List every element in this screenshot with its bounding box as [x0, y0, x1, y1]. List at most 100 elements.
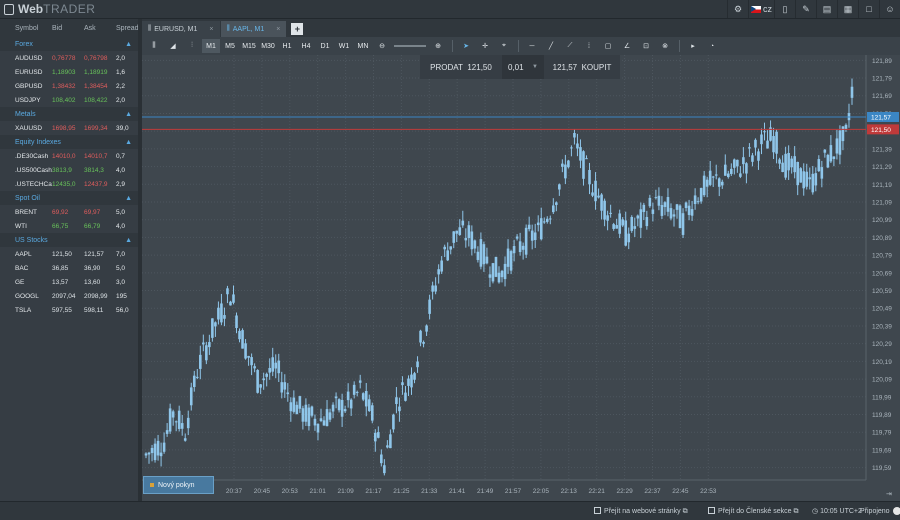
add-tab-button[interactable]: + — [291, 23, 304, 35]
candle-body — [174, 421, 178, 423]
watchlist-row[interactable]: TSLA 597,55 598,11 56,0 — [0, 303, 138, 317]
candle-body — [606, 215, 609, 221]
buy-button[interactable]: 121,57 KOUPIT — [544, 63, 620, 72]
trend-line-icon[interactable]: ╱ — [542, 39, 560, 53]
crosshair-plus-icon[interactable]: ⌖ — [495, 39, 513, 53]
watchlist-row[interactable]: WTI 66,75 66,79 4,0 — [0, 219, 138, 233]
chevron-up-icon[interactable]: ▲ — [125, 111, 132, 118]
fan-icon[interactable]: ⟋ — [561, 39, 579, 53]
candle-body — [343, 409, 347, 412]
timeframe-h4[interactable]: H4 — [297, 39, 315, 53]
watchlist-group-header[interactable]: Forex ▲ — [0, 37, 138, 51]
chevron-up-icon[interactable]: ▲ — [125, 195, 132, 202]
y-tick-label: 120,29 — [872, 341, 892, 348]
watchlist-row[interactable]: AUDUSD 0,76778 0,76798 2,0 — [0, 51, 138, 65]
close-icon[interactable]: × — [209, 26, 213, 33]
language-selector[interactable]: cz — [748, 0, 774, 18]
gauge-icon[interactable]: ◔ — [703, 39, 721, 53]
watchlist-row[interactable]: GOOGL 2097,04 2098,99 195 — [0, 289, 138, 303]
header-ask[interactable]: Ask — [84, 25, 116, 32]
candle-body — [730, 168, 733, 174]
candle-body — [271, 357, 275, 372]
user-icon[interactable]: ☺ — [879, 0, 900, 18]
candlestick-type-icon[interactable]: ⫼ — [145, 39, 163, 53]
tab-eurusd[interactable]: ⫼ EURUSD, M1 × — [142, 21, 220, 37]
timeframe-m5[interactable]: M5 — [221, 39, 239, 53]
rectangle-icon[interactable]: ▢ — [599, 39, 617, 53]
candle-body — [322, 420, 326, 426]
header-symbol[interactable]: Symbol — [0, 25, 52, 32]
timeframe-mn[interactable]: MN — [354, 39, 372, 53]
website-link[interactable]: Přejít na webové stránky ⧉ — [594, 507, 688, 516]
bar-type-icon[interactable]: ⫶ — [183, 39, 201, 53]
grid-dots-icon[interactable]: ⁞ — [580, 39, 598, 53]
timeframe-w1[interactable]: W1 — [335, 39, 353, 53]
play-icon[interactable]: ▸ — [684, 39, 702, 53]
sell-button[interactable]: PRODAT 121,50 — [420, 63, 502, 72]
sell-label: PRODAT — [430, 62, 463, 72]
layout-icon[interactable]: ▤ — [816, 0, 837, 18]
candle-body — [603, 200, 606, 220]
members-link[interactable]: Přejít do Členské sekce ⧉ — [708, 507, 799, 516]
new-order-button[interactable]: Nový pokyn — [143, 476, 214, 494]
watchlist-row[interactable]: EURUSD 1,18903 1,18919 1,6 — [0, 65, 138, 79]
line-type-icon[interactable]: ◢ — [164, 39, 182, 53]
quantity-selector[interactable]: 0,01 ▼ — [502, 55, 544, 79]
watchlist-row[interactable]: XAUUSD 1698,95 1699,34 39,0 — [0, 121, 138, 135]
timeframe-m15[interactable]: M15 — [240, 39, 258, 53]
watchlist-row[interactable]: AAPL 121,50 121,57 7,0 — [0, 247, 138, 261]
zoom-out-icon[interactable]: ⊖ — [373, 39, 391, 53]
watchlist-row[interactable]: GBPUSD 1,38432 1,38454 2,2 — [0, 79, 138, 93]
candle-body — [754, 139, 757, 148]
candle-body — [841, 126, 845, 142]
watchlist-row[interactable]: BRENT 69,92 69,97 5,0 — [0, 205, 138, 219]
timeframe-m30[interactable]: M30 — [259, 39, 277, 53]
remove-drawings-icon[interactable]: ⊗ — [656, 39, 674, 53]
header-spread[interactable]: Spread — [116, 25, 139, 32]
zoom-in-icon[interactable]: ⊕ — [429, 39, 447, 53]
watchlist-row[interactable]: BAC 36,85 36,90 5,0 — [0, 261, 138, 275]
chevron-up-icon[interactable]: ▲ — [125, 139, 132, 146]
watchlist-group-header[interactable]: Equity Indexes ▲ — [0, 135, 138, 149]
angle-icon[interactable]: ∠ — [618, 39, 636, 53]
fullscreen-icon[interactable]: □ — [858, 0, 879, 18]
zoom-slider[interactable] — [392, 39, 428, 53]
row-spread: 1,6 — [116, 68, 126, 76]
watchlist-row[interactable]: USDJPY 108,402 108,422 2,0 — [0, 93, 138, 107]
watchlist-group-header[interactable]: US Stocks ▲ — [0, 233, 138, 247]
cursor-icon[interactable]: ➤ — [457, 39, 475, 53]
close-icon[interactable]: × — [276, 26, 280, 33]
header-bid[interactable]: Bid — [52, 25, 84, 32]
server-time-text: 10:05 UTC+2 — [820, 508, 862, 515]
candle-body — [355, 391, 359, 393]
calculator-icon[interactable]: ▦ — [837, 0, 858, 18]
timeframe-d1[interactable]: D1 — [316, 39, 334, 53]
row-spread: 2,2 — [116, 82, 126, 90]
chevron-up-icon[interactable]: ▲ — [125, 237, 132, 244]
crosshair-icon[interactable]: ✛ — [476, 39, 494, 53]
horizontal-line-icon[interactable]: ─ — [523, 39, 541, 53]
mobile-icon[interactable]: ▯ — [774, 0, 795, 18]
timeframe-h1[interactable]: H1 — [278, 39, 296, 53]
candle-body — [208, 342, 211, 348]
candle-body — [515, 236, 519, 239]
watchlist-group-header[interactable]: Spot Oil ▲ — [0, 191, 138, 205]
row-spread: 56,0 — [116, 306, 129, 314]
chart-area[interactable]: 121,89121,79121,69121,59121,49121,39121,… — [142, 55, 900, 501]
tab-aapl[interactable]: ⫼ AAPL, M1 × — [220, 21, 287, 37]
brush-icon[interactable]: ✎ — [795, 0, 816, 18]
chevron-up-icon[interactable]: ▲ — [125, 41, 132, 48]
y-tick-label: 120,49 — [872, 306, 892, 313]
candle-body — [714, 174, 718, 176]
timeframe-m1[interactable]: M1 — [202, 39, 220, 53]
price-chart[interactable]: 121,89121,79121,69121,59121,49121,39121,… — [142, 55, 900, 501]
x-tick-label: 21:09 — [337, 488, 354, 495]
text-tool-icon[interactable]: ⊡ — [637, 39, 655, 53]
watchlist-row[interactable]: .DE30Cash 14010,0 14010,7 0,7 — [0, 149, 138, 163]
settings-icon[interactable]: ⚙ — [727, 0, 748, 18]
watchlist-group-header[interactable]: Metals ▲ — [0, 107, 138, 121]
watchlist-row[interactable]: .USTECHCa...12435,0 12437,9 2,9 — [0, 177, 138, 191]
watchlist-row[interactable]: GE 13,57 13,60 3,0 — [0, 275, 138, 289]
row-bid: 121,50 — [52, 250, 72, 258]
watchlist-row[interactable]: .US500Cash 3813,9 3814,3 4,0 — [0, 163, 138, 177]
